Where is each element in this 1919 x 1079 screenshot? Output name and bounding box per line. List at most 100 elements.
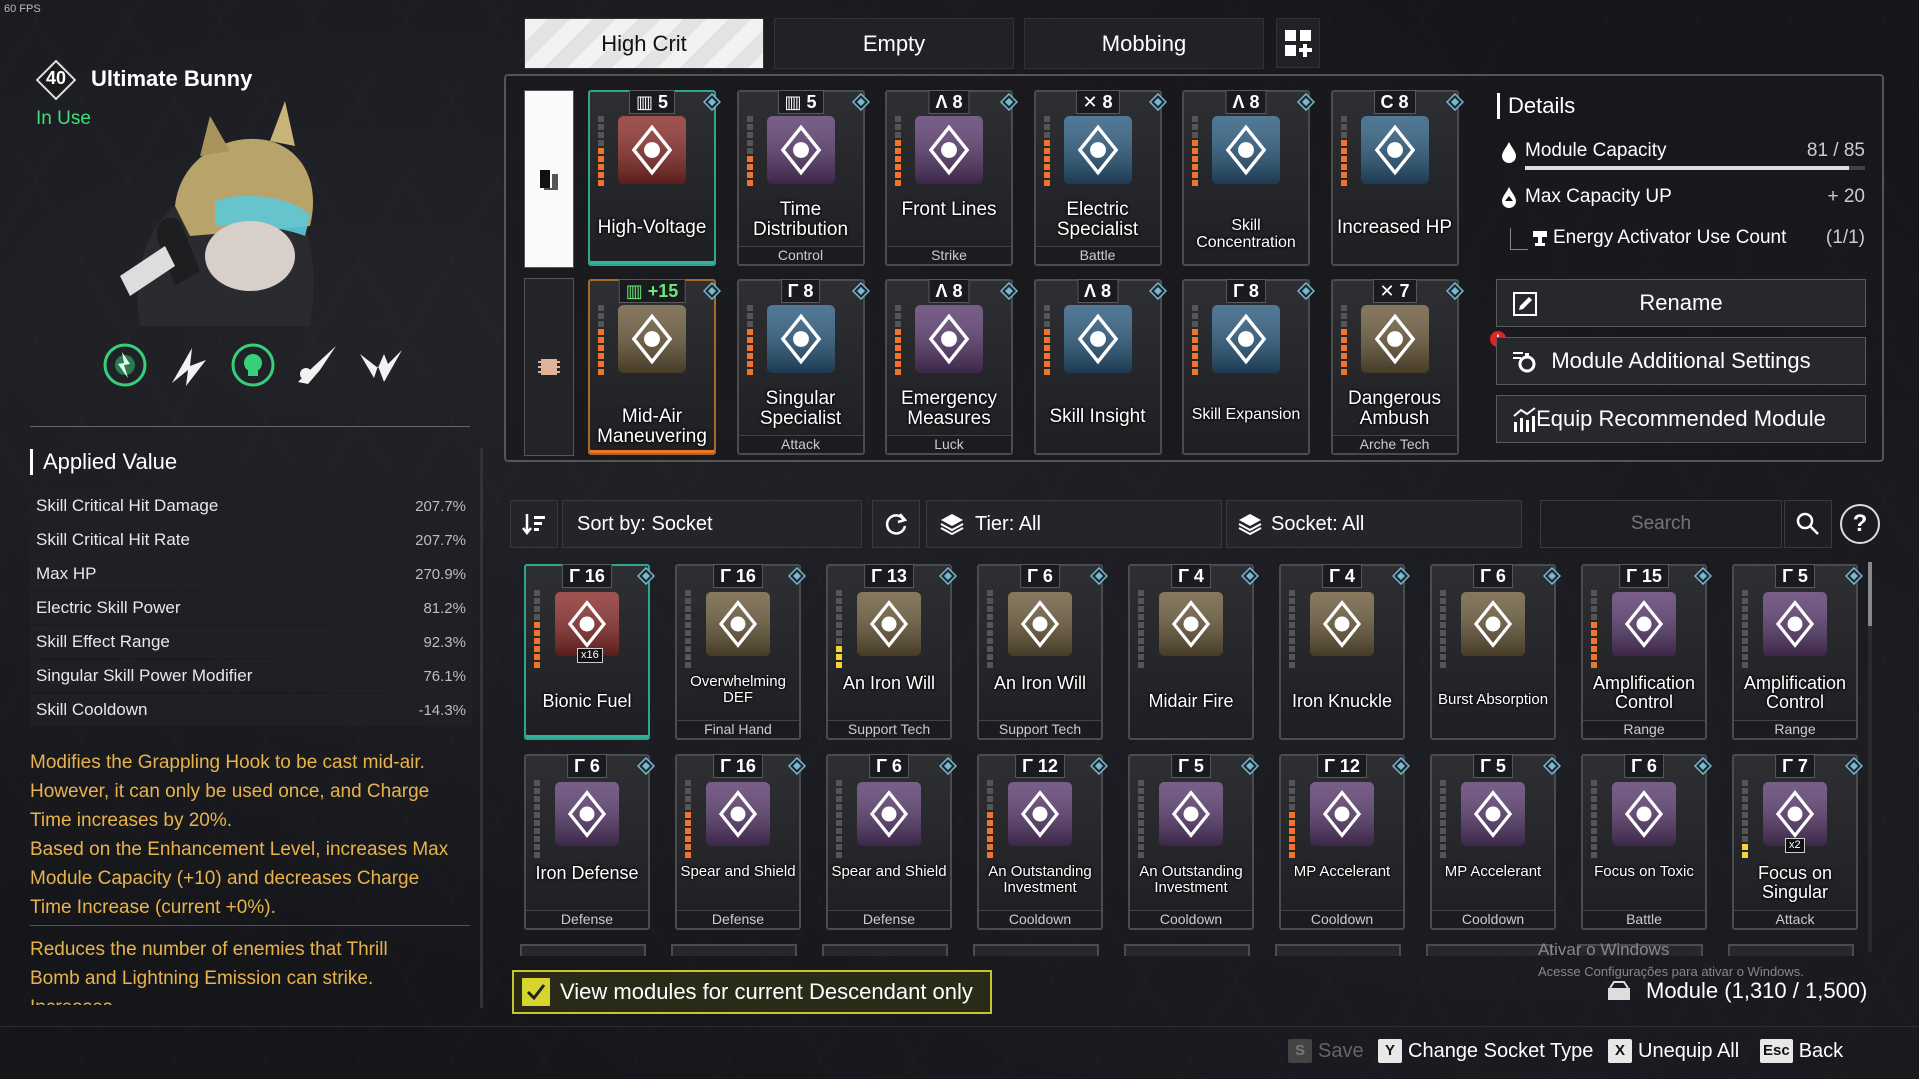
lightning-dash-icon[interactable]: [162, 338, 216, 392]
module-category: Battle: [1583, 910, 1705, 928]
save-hint[interactable]: S Save: [1288, 1039, 1364, 1063]
module-socket-icon: [1148, 93, 1167, 111]
inventory-module-card[interactable]: Γ 13 An Iron Will Support Tech: [826, 564, 957, 740]
equipped-module-card[interactable]: Λ 8 Skill Insight: [1033, 279, 1167, 455]
checkbox-checked-icon[interactable]: [522, 978, 550, 1006]
module-socket-icon: [1845, 567, 1863, 585]
inventory-module-card[interactable]: Γ 5 MP Accelerant Cooldown: [1430, 754, 1561, 930]
character-portrait: [120, 101, 314, 326]
inventory-module-card[interactable]: Γ 6 Burst Absorption: [1430, 564, 1561, 740]
inventory-module-card[interactable]: Γ 15 Amplification Control Range: [1581, 564, 1712, 740]
change-socket-type-hint[interactable]: Y Change Socket Type: [1378, 1039, 1593, 1063]
module-emblem-icon: [1360, 116, 1429, 184]
character-name: Ultimate Bunny: [91, 66, 253, 91]
tier-filter-dropdown[interactable]: Tier: All: [926, 500, 1222, 548]
module-socket-icon: [1543, 567, 1561, 585]
equipped-module-card[interactable]: Λ 8 Skill Concentration: [1182, 90, 1315, 266]
description-scrollbar[interactable]: [480, 448, 483, 1008]
module-emblem-icon: [555, 592, 619, 656]
equipped-module-card[interactable]: ▥ 5 Time Distribution Control: [736, 90, 870, 266]
stat-row: Max HP 270.9%: [30, 558, 472, 590]
equipped-module-card[interactable]: Λ 8 Front Lines Strike: [885, 90, 1018, 266]
inventory-module-card[interactable]: Γ 16 x16 Bionic Fuel: [524, 564, 655, 740]
thunder-wing-icon[interactable]: [354, 338, 408, 392]
inventory-module-card[interactable]: Γ 4 Midair Fire: [1128, 564, 1259, 740]
inventory-scrollbar[interactable]: [1868, 562, 1872, 952]
inventory-module-card[interactable]: Γ 12 An Outstanding Investment Cooldown: [977, 754, 1108, 930]
inventory-module-card[interactable]: Γ 5 An Outstanding Investment Cooldown: [1128, 754, 1259, 930]
enhancement-level-bars: [895, 305, 901, 375]
search-input[interactable]: [1540, 500, 1782, 548]
sub-module-slot[interactable]: [524, 278, 574, 456]
equipped-module-card[interactable]: ▥ 5 High-Voltage: [588, 90, 721, 266]
module-cost: Γ 5: [1775, 564, 1815, 588]
inventory-module-card[interactable]: Γ 16 Overwhelming DEF Final Hand: [675, 564, 806, 740]
module-cost: Γ 16: [713, 564, 763, 588]
sub-slot-icon: [538, 359, 560, 375]
equipped-module-card[interactable]: ▥ +15 Mid-Air Maneuvering: [588, 279, 721, 455]
refresh-button[interactable]: [872, 500, 920, 548]
socket-filter-dropdown[interactable]: Socket: All: [1226, 500, 1522, 548]
enhancement-level-bars: [534, 590, 540, 668]
inventory-module-card[interactable]: Γ 12 MP Accelerant Cooldown: [1279, 754, 1410, 930]
tab-high-crit[interactable]: High Crit: [524, 18, 764, 69]
tab-mobbing[interactable]: Mobbing: [1024, 18, 1264, 69]
energy-activator-icon: [1533, 231, 1547, 246]
module-additional-settings-button[interactable]: Module Additional Settings: [1496, 337, 1866, 385]
module-emblem-icon: [1310, 782, 1374, 846]
enhancement-level-bars: [685, 590, 691, 668]
lightning-target-icon[interactable]: [98, 338, 152, 392]
module-cost: Λ 8: [1076, 279, 1119, 303]
module-socket-icon: [637, 567, 655, 585]
equipped-module-card[interactable]: Γ 8 Singular Specialist Attack: [736, 279, 870, 455]
tab-empty[interactable]: Empty: [774, 18, 1014, 69]
inventory-module-card[interactable]: Γ 6 Focus on Toxic Battle: [1581, 754, 1712, 930]
equip-recommended-module-button[interactable]: Equip Recommended Module: [1496, 395, 1866, 443]
rename-button[interactable]: Rename: [1496, 279, 1866, 327]
stat-row: Skill Cooldown -14.3%: [30, 694, 472, 726]
skill-slot-icon: [540, 170, 558, 190]
equipped-module-card[interactable]: Λ 8 Emergency Measures Luck: [885, 279, 1018, 455]
back-hint[interactable]: Esc Back: [1760, 1039, 1843, 1063]
module-cost: Γ 5: [1473, 754, 1513, 778]
module-emblem-icon: [1008, 592, 1072, 656]
skill-module-slot[interactable]: [524, 90, 574, 268]
search-button[interactable]: [1784, 500, 1832, 548]
enhancement-level-bars: [1289, 590, 1295, 668]
module-cost: ✕ 7: [1372, 279, 1417, 303]
module-socket-icon: [1297, 93, 1315, 111]
module-socket-icon: [851, 282, 870, 300]
equipped-module-card[interactable]: ✕ 7 Dangerous Ambush Arche Tech: [1330, 279, 1464, 455]
unequip-all-hint[interactable]: X Unequip All: [1608, 1039, 1739, 1063]
stat-row: Electric Skill Power 81.2%: [30, 592, 472, 624]
equipped-module-card[interactable]: Γ 8 Skill Expansion: [1182, 279, 1315, 455]
sort-order-button[interactable]: [510, 500, 558, 548]
module-category: Range: [1583, 720, 1705, 738]
inventory-module-card[interactable]: Γ 16 Spear and Shield Defense: [675, 754, 806, 930]
module-socket-icon: [1090, 567, 1108, 585]
enhancement-level-bars: [1192, 116, 1198, 186]
inventory-module-card[interactable]: Γ 4 Iron Knuckle: [1279, 564, 1410, 740]
add-preset-button[interactable]: [1276, 18, 1320, 68]
sort-by-dropdown[interactable]: Sort by: Socket: [562, 500, 862, 548]
module-name: Electric Specialist: [1056, 199, 1139, 240]
module-emblem-icon: [1612, 782, 1676, 846]
inventory-module-card[interactable]: Γ 6 An Iron Will Support Tech: [977, 564, 1108, 740]
inventory-module-card[interactable]: Γ 6 Iron Defense Defense: [524, 754, 655, 930]
inventory-module-card[interactable]: Γ 7 x2 Focus on Singular Attack: [1732, 754, 1863, 930]
windows-watermark-sub: Acesse Configurações para ativar o Windo…: [1538, 964, 1804, 979]
equipped-module-card[interactable]: ✕ 8 Electric Specialist Battle: [1033, 90, 1167, 266]
skull-target-icon[interactable]: [226, 338, 280, 392]
module-emblem-icon: [1212, 305, 1280, 373]
help-button[interactable]: ?: [1840, 504, 1880, 544]
module-name: Skill Insight: [1049, 406, 1146, 427]
inventory-module-card[interactable]: Γ 6 Spear and Shield Defense: [826, 754, 957, 930]
module-name: Skill Expansion: [1191, 406, 1301, 423]
view-current-descendant-toggle[interactable]: View modules for current Descendant only: [512, 970, 992, 1014]
inventory-module-card[interactable]: Γ 5 Amplification Control Range: [1732, 564, 1863, 740]
module-category: Defense: [828, 910, 950, 928]
module-emblem-icon: [555, 782, 619, 846]
equipped-module-card[interactable]: C 8 Increased HP: [1330, 90, 1464, 266]
module-category: Range: [1734, 720, 1856, 738]
blade-arm-icon[interactable]: [290, 338, 344, 392]
